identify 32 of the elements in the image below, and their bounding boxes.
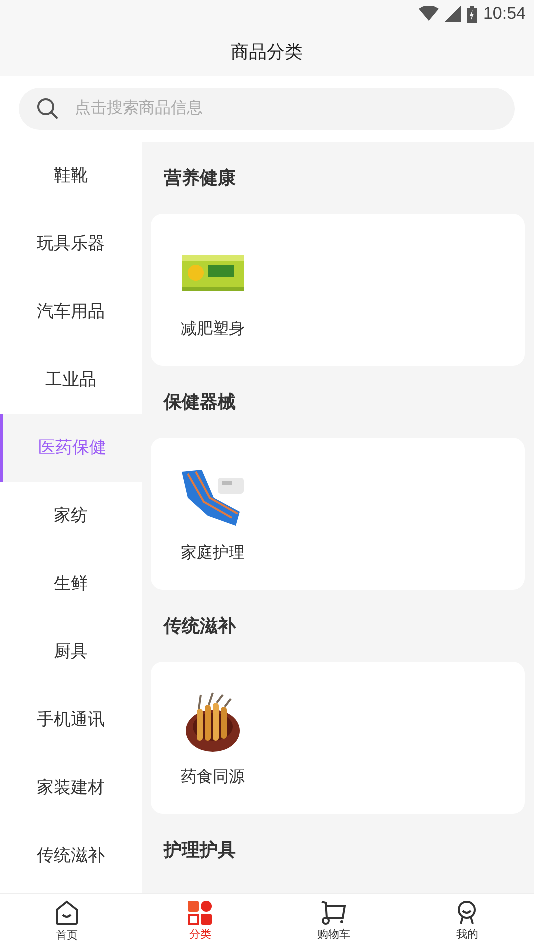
category-tab[interactable]: 生鲜 bbox=[0, 550, 142, 618]
cart-icon bbox=[320, 900, 347, 925]
search-field[interactable]: 点击搜索商品信息 bbox=[19, 88, 515, 130]
category-tab[interactable]: 鞋靴 bbox=[0, 142, 142, 210]
status-time: 10:54 bbox=[483, 3, 526, 26]
category-tab[interactable]: 工业品 bbox=[0, 346, 142, 414]
category-tab[interactable]: 传统滋补 bbox=[0, 822, 142, 890]
category-tab[interactable]: 医药保健 bbox=[0, 414, 142, 482]
home-icon bbox=[54, 900, 79, 926]
subcategory-item[interactable]: 药食同源 bbox=[179, 690, 247, 814]
category-tab[interactable]: 家装建材 bbox=[0, 754, 142, 822]
section-title: 营养健康 bbox=[164, 166, 236, 190]
nav-tab[interactable]: 首页 bbox=[0, 894, 134, 950]
wifi-icon bbox=[419, 6, 440, 22]
search-icon bbox=[37, 98, 59, 120]
subcategory-item[interactable]: 减肥塑身 bbox=[179, 242, 247, 366]
page-title: 商品分类 bbox=[231, 40, 303, 64]
section-title: 传统滋补 bbox=[164, 614, 236, 638]
nav-tab[interactable]: 购物车 bbox=[267, 894, 400, 950]
subcategory-item[interactable]: 家庭护理 bbox=[179, 466, 247, 590]
category-icon bbox=[188, 900, 212, 925]
category-tab[interactable]: 手机通讯 bbox=[0, 686, 142, 754]
nav-tab[interactable]: 分类 bbox=[134, 894, 267, 950]
battery-icon bbox=[467, 6, 478, 22]
category-tab[interactable]: 家纺 bbox=[0, 482, 142, 550]
signal-icon bbox=[445, 6, 462, 22]
category-tab[interactable]: 玩具乐器 bbox=[0, 210, 142, 278]
category-tab[interactable]: 厨具 bbox=[0, 618, 142, 686]
nav-tab[interactable]: 我的 bbox=[400, 894, 534, 950]
section-title: 护理护具 bbox=[164, 838, 236, 862]
category-tab[interactable]: 汽车用品 bbox=[0, 278, 142, 346]
section-title: 保健器械 bbox=[164, 390, 236, 414]
